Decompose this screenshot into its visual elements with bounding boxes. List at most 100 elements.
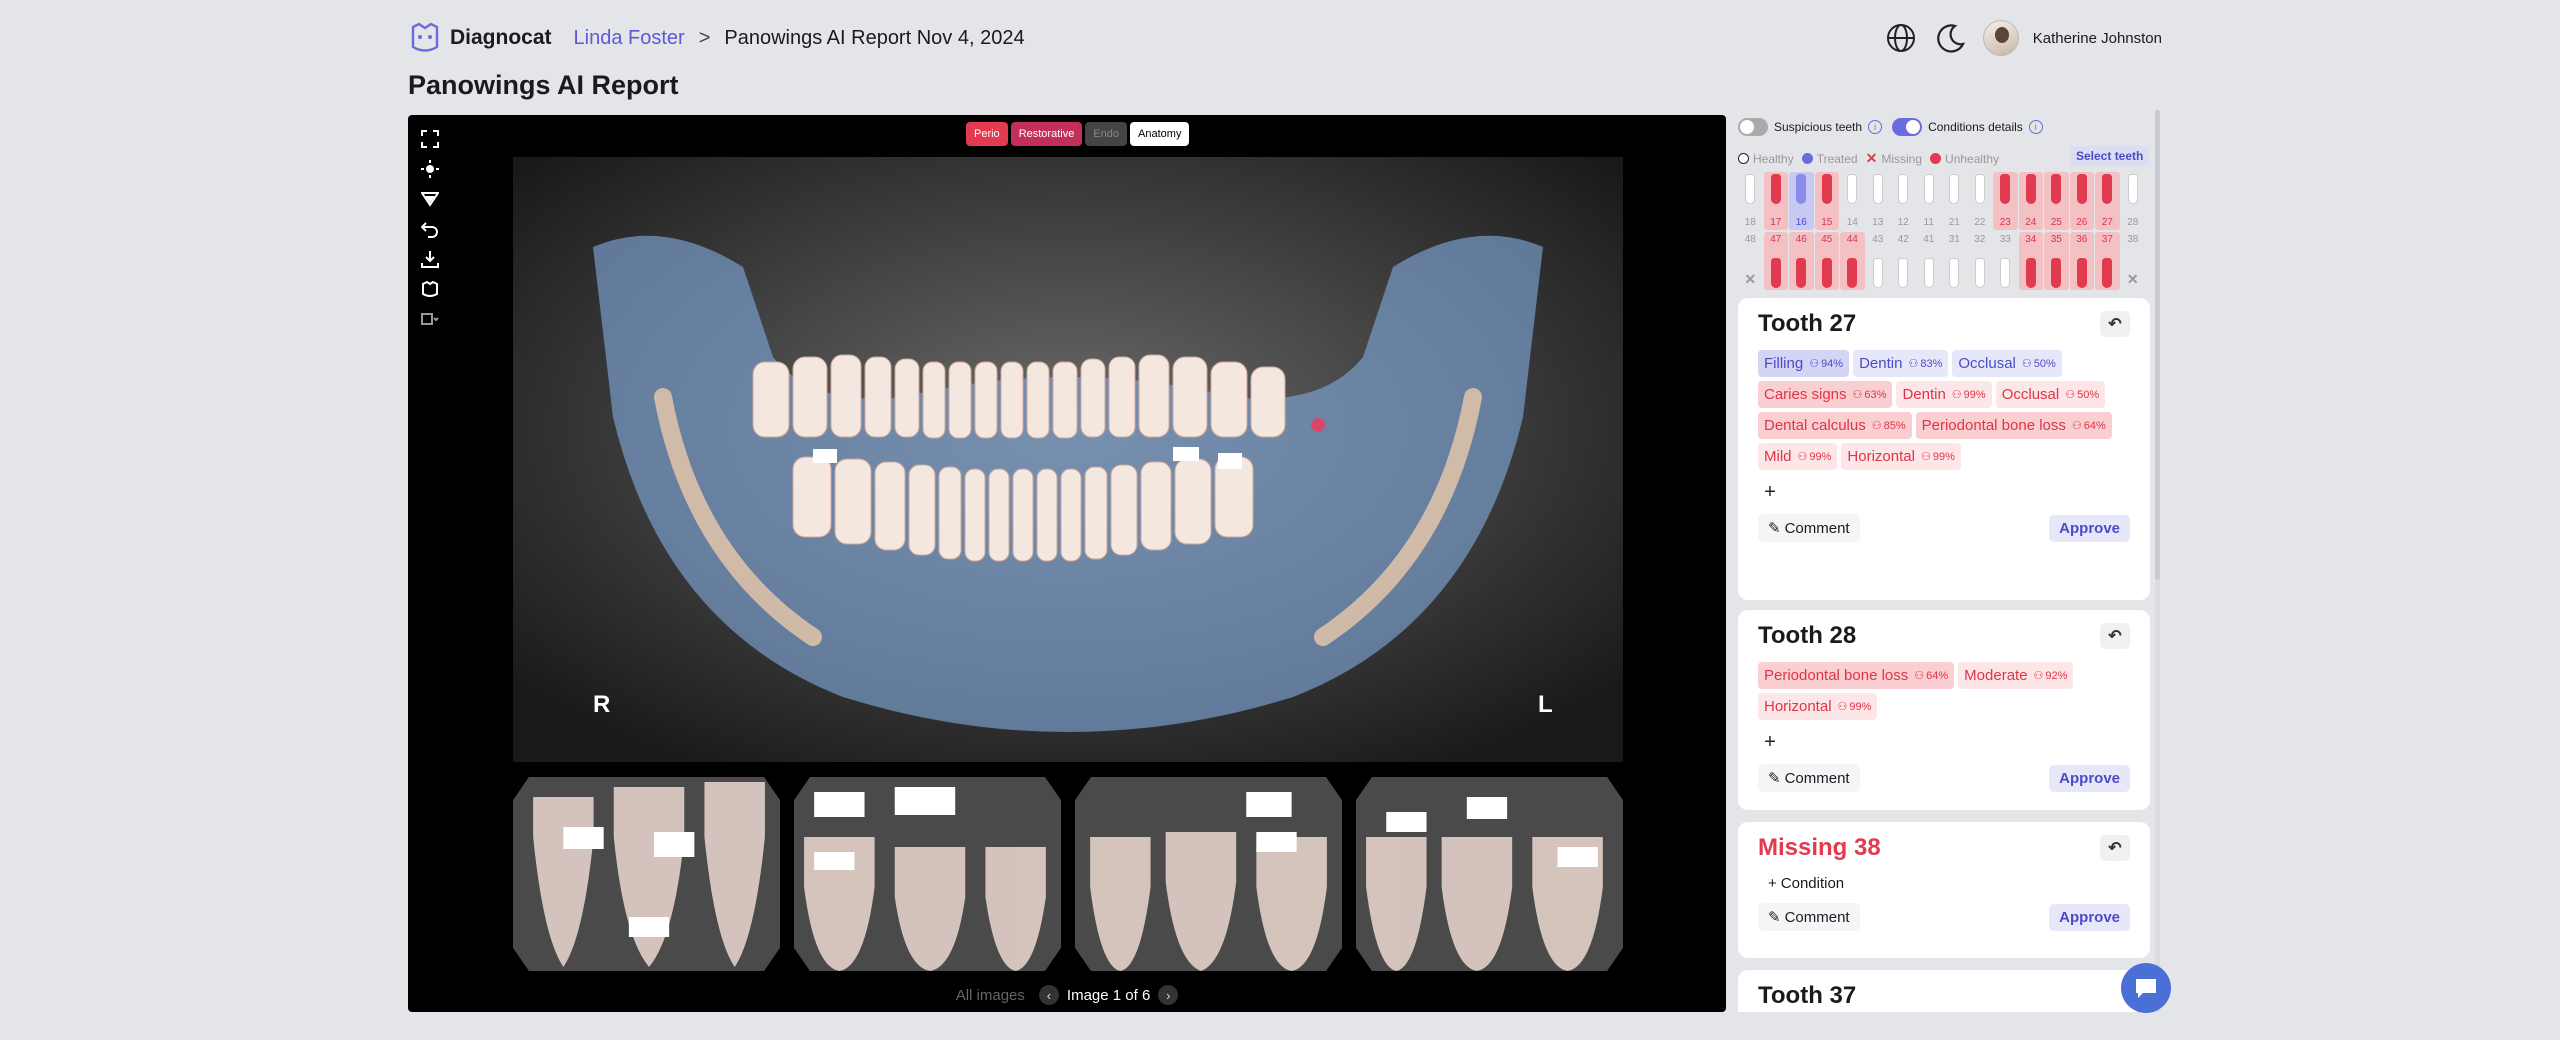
language-globe-icon[interactable] (1883, 20, 1919, 56)
approve-button[interactable]: Approve (2049, 514, 2130, 542)
mode-tab-perio[interactable]: Perio (966, 122, 1008, 146)
suspicious-teeth-toggle[interactable]: Suspicious teeth i (1738, 118, 1883, 136)
tooth-31[interactable]: 31 (1942, 232, 1967, 290)
undo-icon[interactable]: ↶ (2100, 311, 2130, 337)
tooth-26[interactable]: 26 (2069, 172, 2094, 230)
prev-image-chevron-icon[interactable]: ‹ (1038, 985, 1059, 1005)
comment-button[interactable]: ✎ Comment (1758, 764, 1860, 792)
add-condition-button[interactable]: + Condition (1758, 870, 1854, 897)
dark-mode-moon-icon[interactable] (1933, 20, 1969, 56)
condition-chip[interactable]: Dentin ⚇ 83% (1853, 350, 1949, 377)
info-icon[interactable]: i (1868, 120, 1883, 134)
tooth-14[interactable]: 14 (1840, 172, 1865, 230)
breadcrumb-patient-link[interactable]: Linda Foster (574, 27, 685, 50)
user-avatar[interactable] (1982, 20, 2019, 56)
download-icon[interactable] (418, 247, 442, 271)
confidence-percent: 50% (2077, 388, 2100, 401)
tooth-48[interactable]: 48 ✕ (1738, 232, 1763, 290)
support-chat-button[interactable] (2121, 963, 2171, 1013)
condition-chip[interactable]: Moderate ⚇ 92% (1958, 662, 2074, 689)
condition-chip[interactable]: Dentin ⚇ 99% (1896, 381, 1992, 408)
chip-label: Dental calculus (1764, 417, 1866, 434)
expand-icon[interactable] (418, 127, 442, 151)
condition-chip[interactable]: Caries signs ⚇ 63% (1758, 381, 1893, 408)
info-icon[interactable]: i (2028, 120, 2043, 134)
condition-chip[interactable]: Filling ⚇ 94% (1758, 350, 1850, 377)
user-name[interactable]: Katherine Johnston (2033, 30, 2162, 47)
ai-confidence-icon: ⚇ (1837, 701, 1848, 713)
comment-button[interactable]: ✎ Comment (1758, 903, 1860, 931)
undo-icon[interactable]: ↶ (2100, 623, 2130, 649)
tooth-12[interactable]: 12 (1891, 172, 1916, 230)
tooth-23[interactable]: 23 (1993, 172, 2018, 230)
ai-toggle-icon[interactable] (418, 277, 442, 301)
thumbnail-image[interactable] (513, 777, 780, 971)
tooth-16[interactable]: 16 (1789, 172, 1814, 230)
split-view-icon[interactable] (418, 307, 442, 331)
thumbnail-image[interactable] (1356, 777, 1623, 971)
tooth-43[interactable]: 43 (1866, 232, 1891, 290)
thumbnail-image[interactable] (1075, 777, 1342, 971)
brightness-icon[interactable] (418, 157, 442, 181)
comment-button[interactable]: ✎ Comment (1758, 514, 1860, 542)
tooth-24[interactable]: 24 (2018, 172, 2043, 230)
legend-label: Unhealthy (1945, 151, 2000, 166)
panoramic-xray-image[interactable]: R L (513, 157, 1623, 762)
tooth-13[interactable]: 13 (1866, 172, 1891, 230)
tooth-41[interactable]: 41 (1917, 232, 1942, 290)
tooth-22[interactable]: 22 (1968, 172, 1993, 230)
tooth-47[interactable]: 47 (1763, 232, 1788, 290)
tooth-number: 44 (1846, 234, 1858, 245)
add-condition-plus-icon[interactable]: + (1758, 730, 1782, 754)
toggle-switch[interactable] (1892, 118, 1923, 136)
brand-logo[interactable]: Diagnocat (408, 21, 552, 55)
tooth-45[interactable]: 45 (1814, 232, 1839, 290)
filter-icon[interactable] (418, 187, 442, 211)
approve-button[interactable]: Approve (2049, 903, 2130, 931)
tooth-46[interactable]: 46 (1789, 232, 1814, 290)
conditions-details-toggle[interactable]: Conditions details i (1892, 118, 2043, 136)
undo-icon[interactable] (418, 217, 442, 241)
chip-label: Periodontal bone loss (1921, 417, 2066, 434)
tooth-32[interactable]: 32 (1968, 232, 1993, 290)
approve-button[interactable]: Approve (2049, 764, 2130, 792)
tooth-28[interactable]: 28 (2121, 172, 2146, 230)
mode-tab-restorative[interactable]: Restorative (1010, 122, 1083, 146)
condition-chip[interactable]: Periodontal bone loss ⚇ 64% (1758, 662, 1955, 689)
tooth-shape-icon (2000, 174, 2011, 204)
condition-chip[interactable]: Horizontal ⚇ 99% (1758, 693, 1878, 720)
condition-chip[interactable]: Periodontal bone loss ⚇ 64% (1915, 412, 2112, 439)
confidence-percent: 99% (1963, 388, 1986, 401)
tooth-25[interactable]: 25 (2044, 172, 2069, 230)
undo-icon[interactable]: ↶ (2100, 835, 2130, 861)
toggle-switch[interactable] (1738, 118, 1768, 136)
next-image-chevron-icon[interactable]: › (1158, 985, 1179, 1005)
tooth-15[interactable]: 15 (1814, 172, 1839, 230)
condition-chip[interactable]: Dental calculus ⚇ 85% (1758, 412, 1912, 439)
tooth-33[interactable]: 33 (1993, 232, 2018, 290)
tooth-21[interactable]: 21 (1942, 172, 1967, 230)
tooth-38[interactable]: 38 ✕ (2121, 232, 2146, 290)
tooth-27[interactable]: 27 (2095, 172, 2120, 230)
tooth-36[interactable]: 36 (2069, 232, 2094, 290)
tooth-11[interactable]: 11 (1917, 172, 1942, 230)
pencil-icon: ✎ (1768, 520, 1781, 537)
tooth-17[interactable]: 17 (1763, 172, 1788, 230)
tooth-34[interactable]: 34 (2018, 232, 2043, 290)
thumbnail-image[interactable] (794, 777, 1061, 971)
tooth-35[interactable]: 35 (2044, 232, 2069, 290)
condition-chip[interactable]: Occlusal ⚇ 50% (1995, 381, 2106, 408)
tooth-42[interactable]: 42 (1891, 232, 1916, 290)
condition-chip[interactable]: Mild ⚇ 99% (1758, 443, 1838, 470)
all-images-link[interactable]: All images (956, 987, 1025, 1004)
condition-chip[interactable]: Occlusal ⚇ 50% (1952, 350, 2062, 377)
tooth-37[interactable]: 37 (2095, 232, 2120, 290)
tooth-44[interactable]: 44 (1840, 232, 1865, 290)
mode-tab-endo[interactable]: Endo (1085, 122, 1128, 146)
tooth-number: 14 (1846, 217, 1858, 228)
mode-tab-anatomy[interactable]: Anatomy (1130, 122, 1190, 146)
add-condition-plus-icon[interactable]: + (1758, 480, 1782, 504)
tooth-18[interactable]: 18 (1738, 172, 1763, 230)
select-teeth-button[interactable]: Select teeth (2070, 146, 2150, 166)
condition-chip[interactable]: Horizontal ⚇ 99% (1841, 443, 1961, 470)
